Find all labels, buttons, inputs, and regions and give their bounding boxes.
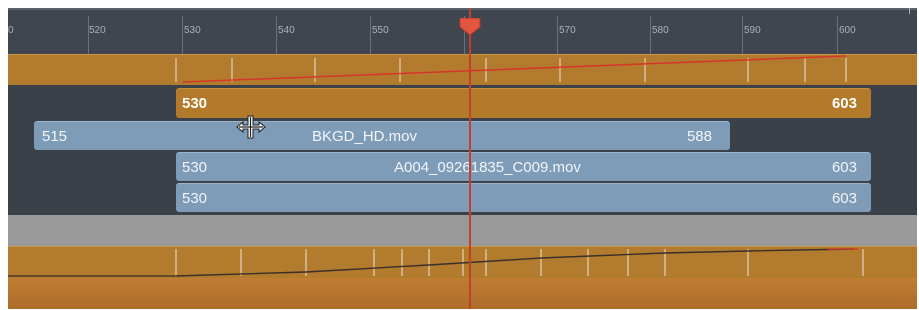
keyframe-curve-top	[8, 54, 917, 83]
clip-end-frame: 588	[686, 128, 712, 145]
ruler-tick-major	[370, 16, 371, 54]
clip-start-frame: 530	[182, 159, 208, 176]
ruler-tick-major	[837, 16, 838, 54]
keyframe-line-top	[182, 55, 847, 83]
clip-orange-track[interactable]: 530 603	[176, 88, 871, 118]
ruler-tick-major	[650, 16, 651, 54]
ruler-label: 520	[89, 25, 106, 36]
timeline-viewport: 0 520 530 540 550 5 570 580 590 600	[8, 8, 917, 309]
clip-start-frame: 515	[42, 128, 68, 145]
clip-name: A004_09261835_C009.mov	[394, 159, 581, 176]
clip-a004[interactable]: 530 A004_09261835_C009.mov 603	[176, 152, 871, 181]
clip-bkgd-hd[interactable]: 515 BKGD_HD.mov 588	[34, 121, 730, 150]
gap-track	[8, 215, 917, 248]
ruler-label: 530	[184, 25, 201, 36]
keyframe-curve-bottom	[8, 246, 917, 277]
ruler-tick-major	[276, 16, 277, 54]
ruler-tick-major	[88, 16, 89, 54]
ruler-label: 0	[8, 25, 14, 36]
ruler-label: 600	[839, 25, 856, 36]
clip-name: BKGD_HD.mov	[312, 128, 418, 145]
clip-end-frame: 603	[831, 190, 857, 207]
clip-end-frame: 603	[831, 95, 857, 112]
ruler-label: 590	[744, 25, 761, 36]
ruler-label: 580	[652, 25, 669, 36]
ruler-tick-major	[182, 16, 183, 54]
ruler-label: 570	[559, 25, 576, 36]
clip-start-frame: 530	[182, 190, 208, 207]
keyframe-track-top[interactable]	[8, 54, 917, 85]
ruler-top-border	[8, 8, 917, 10]
ruler-tick-major	[742, 16, 743, 54]
ruler-tick-major	[557, 16, 558, 54]
move-cursor-icon	[235, 111, 267, 143]
clip-end-frame: 603	[831, 159, 857, 176]
ruler-label: 550	[372, 25, 389, 36]
ruler-label: 540	[278, 25, 295, 36]
keyframe-track-bottom[interactable]	[8, 246, 917, 278]
keyframe-line-bottom	[175, 248, 854, 277]
audio-track-region	[8, 278, 917, 309]
ruler-tick-end	[909, 8, 910, 14]
clip-blue-bottom[interactable]: 530 603	[176, 183, 871, 212]
playhead-line[interactable]	[469, 8, 471, 309]
clip-start-frame: 530	[182, 95, 208, 112]
